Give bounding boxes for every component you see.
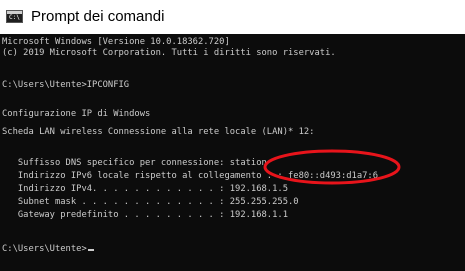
console-line: (c) 2019 Microsoft Corporation. Tutti i … xyxy=(2,48,336,58)
console-output[interactable]: Microsoft Windows [Versione 10.0.18362.7… xyxy=(0,34,465,271)
window-title: Prompt dei comandi xyxy=(31,8,165,25)
icon-prompt-text: C:\ xyxy=(9,14,20,21)
console-line: Suffisso DNS specifico per connessione: … xyxy=(2,158,267,168)
console-line: Configurazione IP di Windows xyxy=(2,109,151,119)
console-line: Subnet mask . . . . . . . . . . . . . : … xyxy=(2,197,299,207)
prompt-line[interactable]: C:\Users\Utente> xyxy=(2,244,94,255)
console-line: Scheda LAN wireless Connessione alla ret… xyxy=(2,127,315,137)
console-line: Gateway predefinito . . . . . . . . . : … xyxy=(2,210,288,220)
console-line: Microsoft Windows [Versione 10.0.18362.7… xyxy=(2,37,230,47)
command-prompt-icon: C:\ xyxy=(6,10,23,23)
window-titlebar[interactable]: C:\ Prompt dei comandi xyxy=(0,0,465,34)
prompt-text: C:\Users\Utente> xyxy=(2,244,87,254)
console-line: C:\Users\Utente>IPCONFIG xyxy=(2,80,130,90)
console-line: Indirizzo IPv4. . . . . . . . . . . . : … xyxy=(2,184,288,194)
text-cursor xyxy=(87,249,94,251)
console-line: Indirizzo IPv6 locale rispetto al colleg… xyxy=(2,171,379,181)
